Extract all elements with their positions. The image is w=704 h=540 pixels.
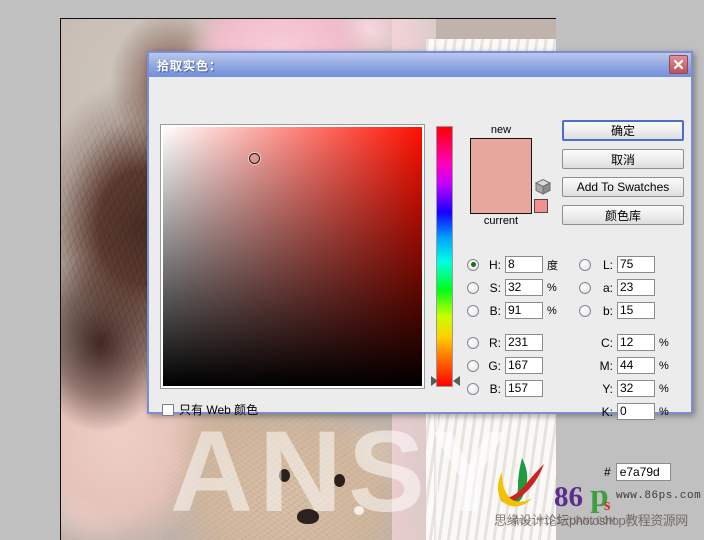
black-input[interactable]: 0 xyxy=(617,403,655,420)
cyan-input[interactable]: 12 xyxy=(617,334,655,351)
green-field-row[interactable]: G: 167 xyxy=(467,354,558,377)
ok-button[interactable]: 确定 xyxy=(562,120,684,141)
preview-current-label: current xyxy=(483,215,519,227)
lab-b-radio[interactable] xyxy=(579,304,591,317)
saturation-radio[interactable] xyxy=(467,281,479,294)
lab-b-field-row[interactable]: b: 15 xyxy=(579,299,669,322)
hue-slider[interactable] xyxy=(436,126,453,387)
red-radio[interactable] xyxy=(467,336,479,349)
yellow-unit: % xyxy=(659,382,669,395)
lab-a-radio[interactable] xyxy=(579,281,591,294)
hue-radio[interactable] xyxy=(467,258,479,271)
lab-l-input[interactable]: 75 xyxy=(617,256,655,273)
hue-marker-right-icon[interactable] xyxy=(453,376,460,387)
brightness-radio[interactable] xyxy=(467,304,479,317)
dialog-body: 只有 Web 颜色 new current 确定 取消 Add To Swatc… xyxy=(149,77,691,481)
color-field-frame xyxy=(160,124,425,389)
lab-cmyk-field-column: L: 75 a: 23 b: 15 C: 12 % M: 44 % Y: 32 … xyxy=(579,253,669,423)
hsb-rgb-field-column: H: 8 度 S: 32 % B: 91 % R: 231 G: 167 B: … xyxy=(467,253,558,400)
blue-radio[interactable] xyxy=(467,382,479,395)
yellow-label: Y: xyxy=(602,381,613,396)
magenta-input[interactable]: 44 xyxy=(617,357,655,374)
hex-field-row[interactable]: # e7a79d xyxy=(604,463,671,481)
hue-input[interactable]: 8 xyxy=(505,256,543,273)
cube-icon[interactable] xyxy=(534,178,552,196)
hue-label: H: xyxy=(489,257,501,272)
black-label: K: xyxy=(601,404,613,419)
hex-input[interactable]: e7a79d xyxy=(615,463,671,481)
web-safe-swatch[interactable] xyxy=(534,199,548,213)
cyan-field-row[interactable]: C: 12 % xyxy=(579,331,669,354)
web-colors-only-checkbox[interactable] xyxy=(162,403,174,416)
logo-url-text: www.86ps.com xyxy=(616,490,702,502)
close-icon[interactable] xyxy=(669,55,688,74)
green-radio[interactable] xyxy=(467,359,479,372)
lab-b-input[interactable]: 15 xyxy=(617,302,655,319)
add-to-swatches-button[interactable]: Add To Swatches xyxy=(562,177,684,197)
saturation-label: S: xyxy=(489,280,501,295)
lab-b-label: b: xyxy=(602,303,613,318)
magenta-field-row[interactable]: M: 44 % xyxy=(579,354,669,377)
hue-slider-group[interactable] xyxy=(431,124,460,389)
brightness-label: B: xyxy=(489,303,501,318)
cancel-button[interactable]: 取消 xyxy=(562,149,684,169)
green-input[interactable]: 167 xyxy=(505,357,543,374)
brightness-field-row[interactable]: B: 91 % xyxy=(467,299,558,322)
lab-l-field-row[interactable]: L: 75 xyxy=(579,253,669,276)
cyan-unit: % xyxy=(659,336,669,349)
blue-field-row[interactable]: B: 157 xyxy=(467,377,558,400)
magenta-unit: % xyxy=(659,359,669,372)
color-field-cursor[interactable] xyxy=(248,153,260,165)
cyan-label: C: xyxy=(601,335,613,350)
color-libraries-button[interactable]: 颜色库 xyxy=(562,205,684,225)
saturation-brightness-field[interactable] xyxy=(163,127,422,386)
saturation-field-row[interactable]: S: 32 % xyxy=(467,276,558,299)
black-unit: % xyxy=(659,405,669,418)
logo-wordmark: 86 p s xyxy=(554,480,622,514)
lab-l-radio[interactable] xyxy=(579,258,591,271)
red-label: R: xyxy=(489,335,501,350)
yellow-field-row[interactable]: Y: 32 % xyxy=(579,377,669,400)
dialog-title: 拾取实色： xyxy=(157,58,223,73)
red-field-row[interactable]: R: 231 xyxy=(467,331,558,354)
site-watermark-url: WWW.MISSYUAN.COM xyxy=(510,516,616,528)
web-colors-only-row[interactable]: 只有 Web 颜色 xyxy=(162,401,258,418)
color-preview-group: new current xyxy=(467,124,535,227)
lab-a-label: a: xyxy=(602,280,613,295)
web-colors-only-label: 只有 Web 颜色 xyxy=(179,403,259,417)
blue-input[interactable]: 157 xyxy=(505,380,543,397)
saturation-unit: % xyxy=(547,281,557,294)
site-logo: 86 p s www.86ps.com 思缘设计论坛photoshop教程资源网… xyxy=(492,452,704,540)
green-label: G: xyxy=(488,358,501,373)
logo-flame-icon xyxy=(497,458,544,507)
hex-prefix-label: # xyxy=(604,465,611,479)
gamut-warning-group xyxy=(534,178,552,213)
logo-86-text: 86 xyxy=(554,481,583,513)
yellow-input[interactable]: 32 xyxy=(617,380,655,397)
magenta-label: M: xyxy=(599,358,613,373)
saturation-input[interactable]: 32 xyxy=(505,279,543,296)
red-input[interactable]: 231 xyxy=(505,334,543,351)
lab-a-field-row[interactable]: a: 23 xyxy=(579,276,669,299)
preview-new-swatch[interactable] xyxy=(471,139,531,176)
preview-new-label: new xyxy=(490,124,512,136)
black-field-row[interactable]: K: 0 % xyxy=(579,400,669,423)
dialog-button-column: 确定 取消 Add To Swatches 颜色库 xyxy=(562,120,684,233)
brightness-input[interactable]: 91 xyxy=(505,302,543,319)
blue-label: B: xyxy=(489,381,501,396)
lab-l-label: L: xyxy=(602,257,613,272)
preview-current-swatch[interactable] xyxy=(471,176,531,213)
lab-a-input[interactable]: 23 xyxy=(617,279,655,296)
brightness-unit: % xyxy=(547,304,557,317)
hue-unit: 度 xyxy=(547,259,558,272)
hue-marker-left-icon[interactable] xyxy=(431,376,438,387)
dialog-titlebar[interactable]: 拾取实色： xyxy=(149,53,691,77)
color-picker-dialog: 拾取实色： 只有 Web 颜色 new current 确定 取消 Add To… xyxy=(147,51,693,481)
color-preview-swatches[interactable] xyxy=(470,138,532,214)
hue-field-row[interactable]: H: 8 度 xyxy=(467,253,558,276)
